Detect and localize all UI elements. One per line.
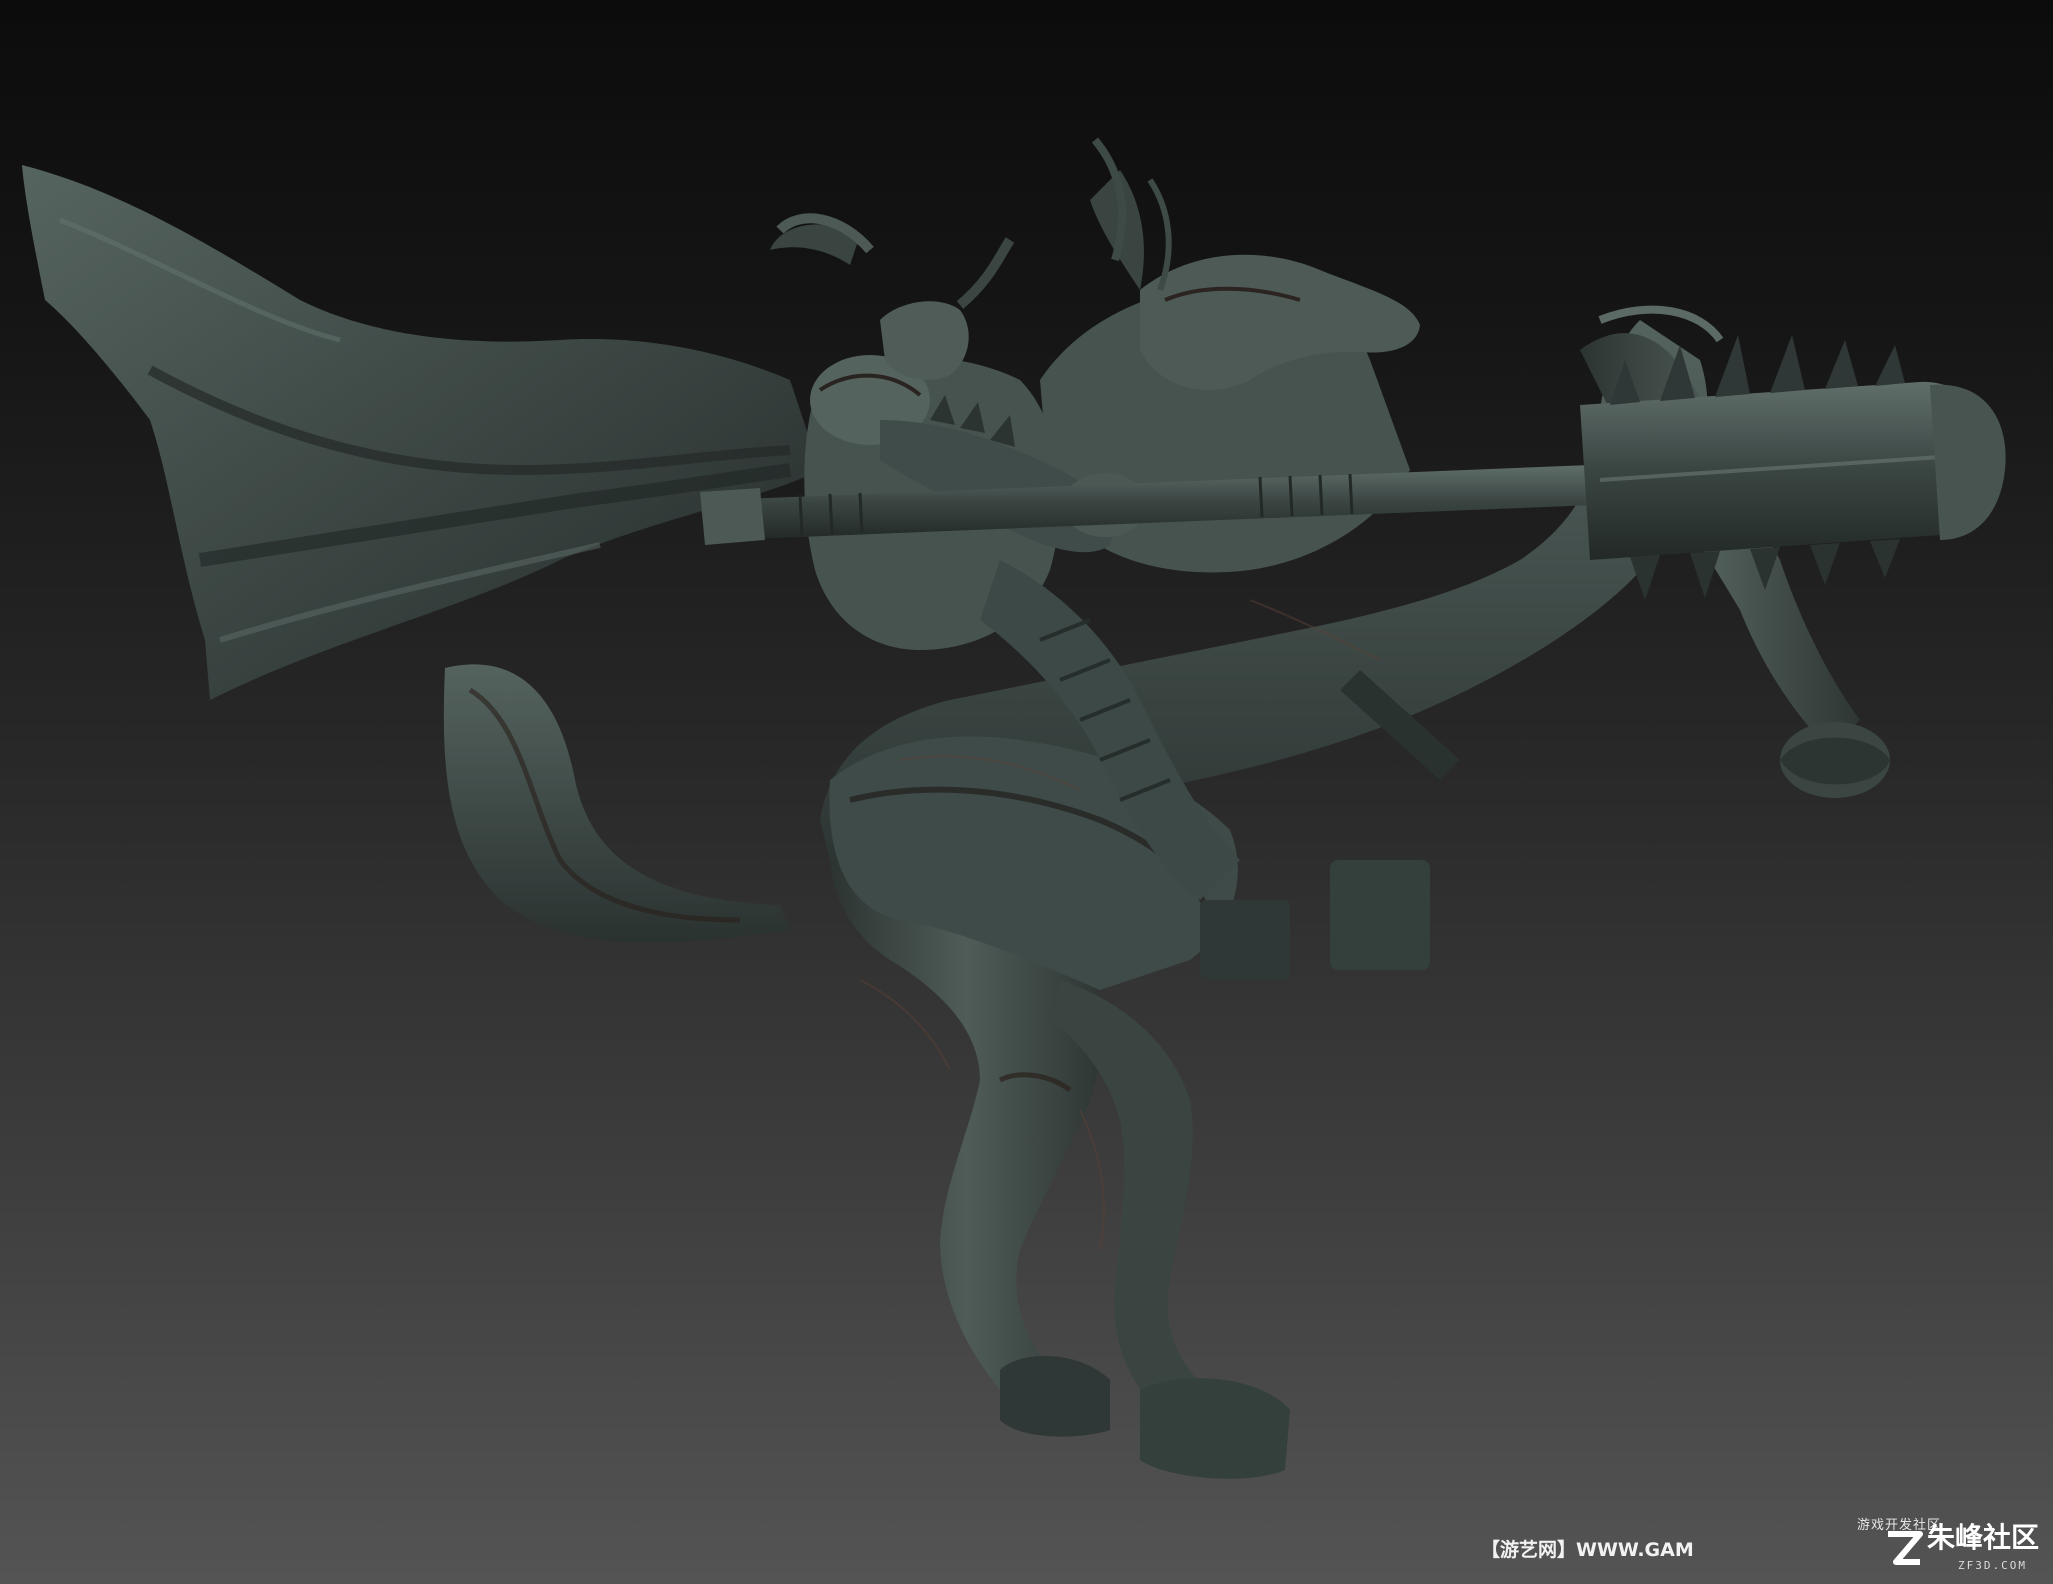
sculpture-render xyxy=(22,137,2006,1479)
zf-logo-icon xyxy=(1888,1531,1923,1565)
watermark-domain: ZF3D.COM xyxy=(1958,1559,2027,1572)
cape xyxy=(22,165,820,700)
horse-tail xyxy=(443,664,790,943)
watermark: 游戏开发社区 【游艺网】WWW.GAM 朱峰社区 ZF3D.COM xyxy=(1481,1514,2041,1574)
watermark-brand: 朱峰社区 xyxy=(1926,1521,2039,1554)
watermark-site-text: 【游艺网】WWW.GAM xyxy=(1481,1539,1694,1561)
